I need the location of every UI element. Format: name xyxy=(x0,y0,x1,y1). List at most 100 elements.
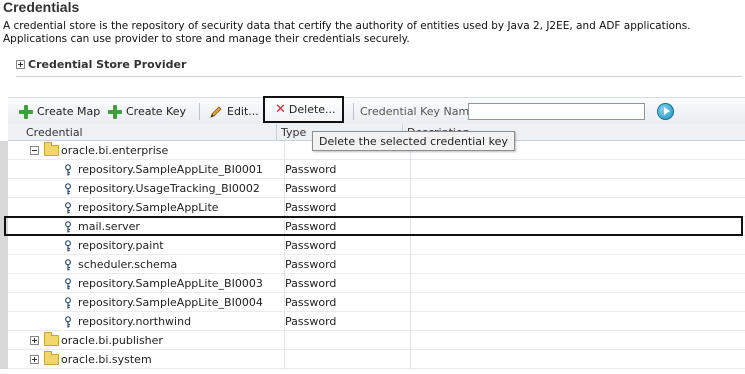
credential-name: oracle.bi.enterprise xyxy=(61,144,169,157)
credential-name: repository.SampleAppLite_BI0001 xyxy=(78,163,263,176)
create-key-label: Create Key xyxy=(126,105,186,118)
column-divider xyxy=(410,179,411,198)
type-cell: Password xyxy=(285,239,337,252)
collapse-icon[interactable] xyxy=(30,146,39,155)
key-icon xyxy=(64,201,72,213)
column-divider xyxy=(410,236,411,255)
table-row[interactable]: oracle.bi.system xyxy=(8,350,745,369)
column-divider xyxy=(410,198,411,217)
folder-icon xyxy=(44,142,59,156)
key-icon xyxy=(64,239,72,251)
column-divider xyxy=(410,293,411,312)
section-credential-store-provider[interactable]: Credential Store Provider xyxy=(16,57,186,71)
key-icon xyxy=(64,182,72,194)
row-header-cell xyxy=(0,293,8,312)
delete-tooltip: Delete the selected credential key xyxy=(312,131,515,151)
table-row[interactable]: repository.SampleAppLite Password xyxy=(8,198,745,217)
credential-name: oracle.bi.system xyxy=(61,353,152,366)
credential-name: repository.UsageTracking_BI0002 xyxy=(78,182,260,195)
pencil-icon xyxy=(210,105,222,118)
table-row[interactable]: repository.SampleAppLite_BI0004 Password xyxy=(8,293,745,312)
row-header-cell xyxy=(0,350,8,369)
row-header-cell xyxy=(0,255,8,274)
column-divider xyxy=(410,160,411,179)
edit-button[interactable]: Edit... xyxy=(209,102,259,121)
row-header-cell xyxy=(0,179,8,198)
row-header-cell xyxy=(0,236,8,255)
type-cell: Password xyxy=(285,296,337,309)
credential-cell[interactable]: repository.SampleAppLite_BI0001 xyxy=(64,163,263,176)
credential-cell[interactable]: scheduler.schema xyxy=(64,258,177,271)
type-cell: Password xyxy=(285,201,337,214)
credential-name: repository.SampleAppLite_BI0004 xyxy=(78,296,263,309)
table-row[interactable]: scheduler.schema Password xyxy=(8,255,745,274)
create-map-button[interactable]: Create Map xyxy=(19,102,100,121)
credential-cell[interactable]: repository.SampleAppLite xyxy=(64,201,219,214)
column-divider xyxy=(284,350,285,369)
add-icon xyxy=(108,104,122,119)
column-divider xyxy=(410,350,411,369)
credential-key-name-input[interactable] xyxy=(468,103,645,120)
credential-cell[interactable]: repository.SampleAppLite_BI0004 xyxy=(64,296,263,309)
type-cell: Password xyxy=(285,163,337,176)
create-key-button[interactable]: Create Key xyxy=(108,102,186,121)
credential-name: repository.SampleAppLite xyxy=(78,201,219,214)
credential-cell[interactable]: oracle.bi.enterprise xyxy=(30,142,169,157)
credential-cell[interactable]: repository.paint xyxy=(64,239,164,252)
credential-name: scheduler.schema xyxy=(78,258,178,271)
key-icon xyxy=(64,258,72,270)
credential-name: repository.northwind xyxy=(78,315,192,328)
divider xyxy=(16,76,742,77)
credential-name: repository.paint xyxy=(78,239,164,252)
credential-key-name-label: Credential Key Name xyxy=(360,105,477,118)
row-header-cell xyxy=(0,141,8,160)
table-row[interactable]: repository.SampleAppLite_BI0003 Password xyxy=(8,274,745,293)
column-header-type[interactable]: Type xyxy=(281,126,306,139)
page-description: A credential store is the repository of … xyxy=(3,20,691,45)
delete-icon: ✕ xyxy=(275,102,286,117)
row-header-cell xyxy=(0,198,8,217)
table-row[interactable]: repository.SampleAppLite_BI0001 Password xyxy=(8,160,745,179)
credential-cell[interactable]: repository.northwind xyxy=(64,315,191,328)
table-row[interactable]: repository.UsageTracking_BI0002 Password xyxy=(8,179,745,198)
key-icon xyxy=(64,296,72,308)
column-divider xyxy=(410,255,411,274)
column-header-credential[interactable]: Credential xyxy=(26,126,83,139)
add-icon xyxy=(19,104,33,119)
row-header-cell xyxy=(0,331,8,350)
key-icon xyxy=(64,163,72,175)
column-divider xyxy=(284,141,285,160)
type-cell: Password xyxy=(285,258,337,271)
row-header-cell xyxy=(0,160,8,179)
type-cell: Password xyxy=(285,315,337,328)
credential-cell[interactable]: repository.SampleAppLite_BI0003 xyxy=(64,277,263,290)
delete-button[interactable]: ✕ Delete... xyxy=(263,96,344,123)
type-cell: Password xyxy=(285,182,337,195)
page-title: Credentials xyxy=(3,0,80,15)
table-row[interactable]: repository.northwind Password xyxy=(8,312,745,331)
selected-row-highlight xyxy=(4,216,743,236)
key-icon xyxy=(64,315,72,327)
credential-name: oracle.bi.publisher xyxy=(61,334,163,347)
column-divider xyxy=(284,331,285,350)
create-map-label: Create Map xyxy=(37,105,101,118)
go-icon[interactable] xyxy=(657,103,674,120)
column-divider xyxy=(410,331,411,350)
credential-name: repository.SampleAppLite_BI0003 xyxy=(78,277,263,290)
section-label: Credential Store Provider xyxy=(28,57,187,71)
table-row[interactable]: repository.paint Password xyxy=(8,236,745,255)
row-header-cell xyxy=(0,274,8,293)
expand-icon[interactable] xyxy=(30,336,39,345)
edit-label: Edit... xyxy=(227,105,259,118)
expand-icon[interactable] xyxy=(30,355,39,364)
column-divider xyxy=(410,312,411,331)
table-row[interactable]: oracle.bi.publisher xyxy=(8,331,745,350)
credential-cell[interactable]: oracle.bi.publisher xyxy=(30,332,163,347)
column-separator xyxy=(276,124,277,141)
folder-icon xyxy=(44,332,59,346)
toolbar-separator xyxy=(353,103,354,120)
credential-cell[interactable]: repository.UsageTracking_BI0002 xyxy=(64,182,260,195)
row-header-cell xyxy=(0,312,8,331)
credential-cell[interactable]: oracle.bi.system xyxy=(30,351,152,366)
expand-icon[interactable] xyxy=(16,59,25,69)
